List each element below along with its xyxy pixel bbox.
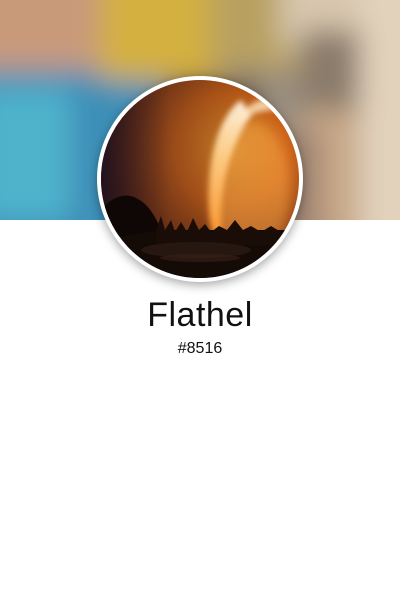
avatar[interactable] xyxy=(101,80,299,278)
avatar-frame[interactable] xyxy=(97,76,303,282)
username: Flathel xyxy=(147,296,253,334)
avatar-image xyxy=(101,80,299,278)
user-tag: #8516 xyxy=(177,340,223,357)
profile-card: Flathel #8516 xyxy=(0,0,400,600)
